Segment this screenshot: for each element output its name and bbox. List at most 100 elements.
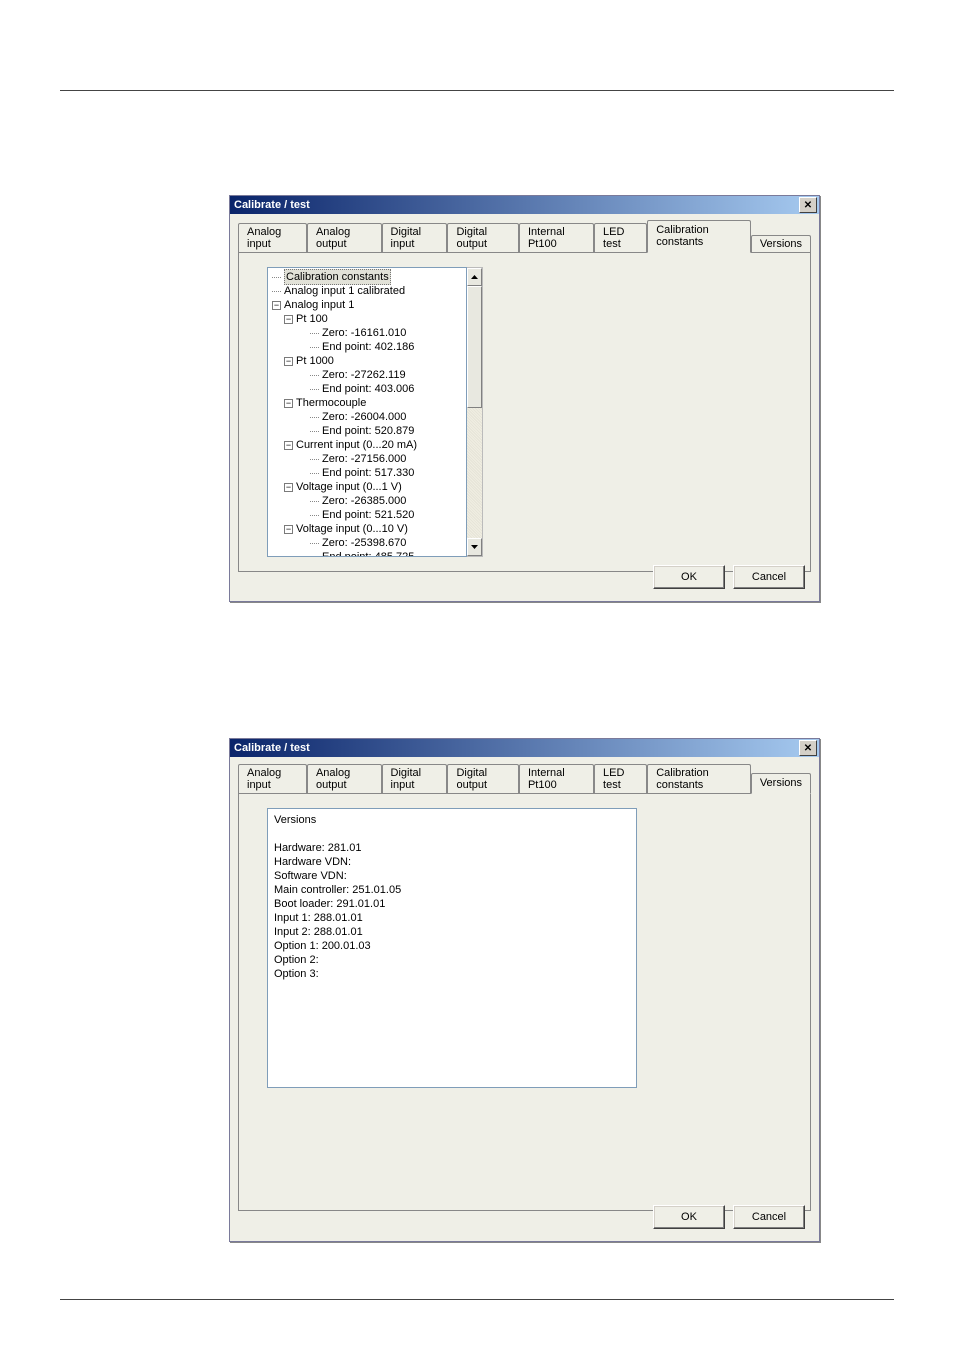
- tab-analog-input[interactable]: Analog input: [238, 223, 307, 253]
- tab-internal-pt100[interactable]: Internal Pt100: [519, 223, 594, 253]
- button-label: Cancel: [752, 1211, 786, 1223]
- tree-label: End point: 521.520: [322, 508, 414, 522]
- collapse-icon[interactable]: −: [284, 399, 293, 408]
- tree-leaf[interactable]: End point: 521.520: [270, 508, 466, 522]
- versions-header: Versions: [274, 813, 630, 827]
- tree-leaf[interactable]: Zero: -27156.000: [270, 452, 466, 466]
- tree-leaf[interactable]: Zero: -26004.000: [270, 410, 466, 424]
- collapse-icon[interactable]: −: [284, 483, 293, 492]
- tab-panel: Calibration constants Analog input 1 cal…: [238, 252, 811, 572]
- ok-button[interactable]: OK: [653, 1205, 725, 1229]
- tree-label: Calibration constants: [284, 269, 391, 285]
- tree-leaf[interactable]: End point: 403.006: [270, 382, 466, 396]
- tab-led-test[interactable]: LED test: [594, 223, 647, 253]
- tree-leaf[interactable]: Zero: -16161.010: [270, 326, 466, 340]
- tree-leaf[interactable]: End point: 485.725: [270, 550, 466, 557]
- dialog-title: Calibrate / test: [234, 742, 310, 754]
- tree-leaf[interactable]: End point: 402.186: [270, 340, 466, 354]
- dialog-buttons: OK Cancel: [653, 1205, 805, 1229]
- tab-analog-output[interactable]: Analog output: [307, 764, 382, 794]
- tab-internal-pt100[interactable]: Internal Pt100: [519, 764, 594, 794]
- tree-label: Thermocouple: [296, 396, 366, 410]
- tree-label: Zero: -25398.670: [322, 536, 406, 550]
- cancel-button[interactable]: Cancel: [733, 1205, 805, 1229]
- tree-label: End point: 402.186: [322, 340, 414, 354]
- titlebar: Calibrate / test ✕: [230, 739, 819, 757]
- tab-label: Versions: [760, 238, 802, 250]
- tree-label: Current input (0...20 mA): [296, 438, 417, 452]
- scroll-track[interactable]: [467, 286, 482, 538]
- tree-label: End point: 520.879: [322, 424, 414, 438]
- tree-label: End point: 403.006: [322, 382, 414, 396]
- close-icon[interactable]: ✕: [799, 197, 817, 213]
- tree-leaf[interactable]: Zero: -27262.119: [270, 368, 466, 382]
- version-line: Input 2: 288.01.01: [274, 925, 630, 939]
- bottom-rule: [60, 1299, 894, 1300]
- tab-digital-output[interactable]: Digital output: [447, 223, 519, 253]
- collapse-icon[interactable]: −: [284, 357, 293, 366]
- tab-label: Digital input: [391, 767, 422, 791]
- version-line: Main controller: 251.01.05: [274, 883, 630, 897]
- tab-label: LED test: [603, 767, 624, 791]
- tab-digital-input[interactable]: Digital input: [382, 223, 448, 253]
- tree-label: Analog input 1 calibrated: [284, 284, 405, 298]
- tab-label: Internal Pt100: [528, 767, 565, 791]
- tree-label: Analog input 1: [284, 298, 354, 312]
- collapse-icon[interactable]: −: [284, 315, 293, 324]
- top-rule: [60, 90, 894, 91]
- tab-digital-input[interactable]: Digital input: [382, 764, 448, 794]
- tree-node-root[interactable]: Calibration constants: [270, 270, 466, 284]
- ok-button[interactable]: OK: [653, 565, 725, 589]
- vertical-scrollbar[interactable]: [467, 267, 483, 557]
- dialog-title: Calibrate / test: [234, 199, 310, 211]
- tab-panel: Versions Hardware: 281.01 Hardware VDN: …: [238, 793, 811, 1211]
- tree-node-current-input[interactable]: −Current input (0...20 mA): [270, 438, 466, 452]
- tab-label: Analog input: [247, 226, 281, 250]
- tree-label: Zero: -16161.010: [322, 326, 406, 340]
- tree-node-pt1000[interactable]: −Pt 1000: [270, 354, 466, 368]
- tree-node-voltage-0-10v[interactable]: −Voltage input (0...10 V): [270, 522, 466, 536]
- version-line: Option 1: 200.01.03: [274, 939, 630, 953]
- tab-versions[interactable]: Versions: [751, 773, 811, 794]
- tree-node-ai1-cal[interactable]: Analog input 1 calibrated: [270, 284, 466, 298]
- tab-label: LED test: [603, 226, 624, 250]
- version-line: Option 2:: [274, 953, 630, 967]
- tree-node-pt100[interactable]: −Pt 100: [270, 312, 466, 326]
- tab-digital-output[interactable]: Digital output: [447, 764, 519, 794]
- calibrate-test-dialog-2: Calibrate / test ✕ Analog input Analog o…: [229, 738, 820, 1242]
- tab-led-test[interactable]: LED test: [594, 764, 647, 794]
- collapse-icon[interactable]: −: [284, 441, 293, 450]
- version-line: Software VDN:: [274, 869, 630, 883]
- tree-leaf[interactable]: End point: 517.330: [270, 466, 466, 480]
- tree-leaf[interactable]: Zero: -26385.000: [270, 494, 466, 508]
- tree-label: End point: 485.725: [322, 550, 414, 557]
- tab-versions[interactable]: Versions: [751, 235, 811, 253]
- button-label: OK: [681, 1211, 697, 1223]
- tree-node-voltage-0-1v[interactable]: −Voltage input (0...1 V): [270, 480, 466, 494]
- calibration-tree[interactable]: Calibration constants Analog input 1 cal…: [267, 267, 467, 557]
- close-icon[interactable]: ✕: [799, 740, 817, 756]
- tree-label: Zero: -27262.119: [322, 368, 406, 382]
- tree-label: Pt 100: [296, 312, 328, 326]
- titlebar: Calibrate / test ✕: [230, 196, 819, 214]
- tree-label: Zero: -26385.000: [322, 494, 406, 508]
- tab-label: Analog output: [316, 226, 350, 250]
- tree-node-thermocouple[interactable]: −Thermocouple: [270, 396, 466, 410]
- tree-leaf[interactable]: End point: 520.879: [270, 424, 466, 438]
- scroll-thumb[interactable]: [467, 286, 482, 408]
- tab-analog-output[interactable]: Analog output: [307, 223, 382, 253]
- scroll-up-icon[interactable]: [467, 268, 482, 286]
- cancel-button[interactable]: Cancel: [733, 565, 805, 589]
- version-line: Input 1: 288.01.01: [274, 911, 630, 925]
- version-line: Hardware VDN:: [274, 855, 630, 869]
- tab-label: Internal Pt100: [528, 226, 565, 250]
- collapse-icon[interactable]: −: [272, 301, 281, 310]
- tab-analog-input[interactable]: Analog input: [238, 764, 307, 794]
- tree-leaf[interactable]: Zero: -25398.670: [270, 536, 466, 550]
- tab-calibration-constants[interactable]: Calibration constants: [647, 764, 751, 794]
- tab-label: Calibration constants: [656, 224, 709, 248]
- collapse-icon[interactable]: −: [284, 525, 293, 534]
- tab-calibration-constants[interactable]: Calibration constants: [647, 220, 751, 253]
- scroll-down-icon[interactable]: [467, 538, 482, 556]
- tree-node-ai1[interactable]: −Analog input 1: [270, 298, 466, 312]
